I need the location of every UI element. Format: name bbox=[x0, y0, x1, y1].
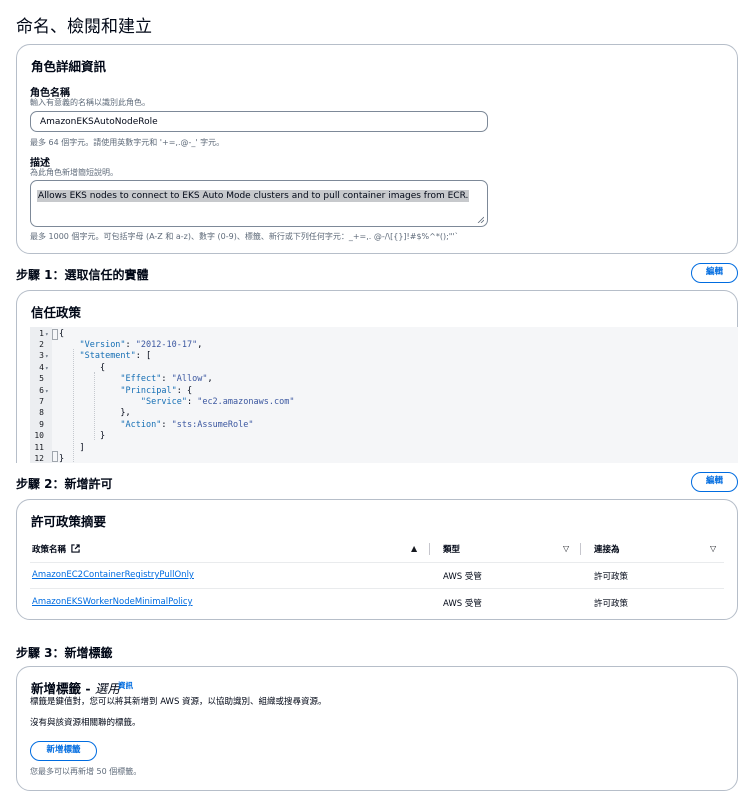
tag-limit-hint: 您最多可以再新增 50 個標籤。 bbox=[30, 767, 142, 776]
code-line[interactable]: { bbox=[59, 329, 64, 339]
sort-toggle-icon[interactable]: ▽ bbox=[710, 544, 716, 553]
resize-handle-icon[interactable] bbox=[477, 216, 484, 223]
line-number: 1 bbox=[39, 328, 44, 338]
line-number: 6 bbox=[39, 385, 44, 395]
line-number: 8 bbox=[39, 408, 44, 418]
line-number: 4 bbox=[39, 362, 44, 372]
line-number: 11 bbox=[34, 442, 44, 452]
role-name-hint: 最多 64 個字元。請使用英數字元和 '+=,.@-_' 字元。 bbox=[30, 138, 225, 147]
policy-attached-as: 許可政策 bbox=[594, 572, 629, 582]
sort-toggle-icon[interactable]: ▽ bbox=[563, 544, 569, 553]
code-line[interactable]: "Action": "sts:AssumeRole" bbox=[59, 420, 253, 430]
policy-type: AWS 受管 bbox=[443, 599, 482, 609]
description-hint: 最多 1000 個字元。可包括字母 (A-Z 和 a-z)、數字 (0-9)、標… bbox=[30, 232, 459, 241]
bracket-match-highlight bbox=[52, 451, 58, 462]
line-number: 9 bbox=[39, 419, 44, 429]
trust-policy-title: 信任政策 bbox=[31, 305, 82, 320]
step1-edit-button[interactable]: 編輯 bbox=[691, 263, 738, 283]
row-divider bbox=[30, 588, 724, 589]
policy-type: AWS 受管 bbox=[443, 572, 482, 582]
description-description: 為此角色新增簡短說明。 bbox=[30, 168, 118, 177]
indent-guide bbox=[94, 372, 95, 440]
trust-policy-code: 1 ▾{2 "Version": "2012-10-17", 3 ▾ "Stateme… bbox=[30, 327, 738, 464]
code-line[interactable]: "Principal": { bbox=[59, 386, 192, 396]
indent-guide bbox=[73, 349, 74, 462]
code-line[interactable]: "Version": "2012-10-17", bbox=[59, 340, 202, 350]
description-value: Allows EKS nodes to connect to EKS Auto … bbox=[37, 190, 470, 202]
role-name-description: 輸入有意義的名稱以識別此角色。 bbox=[30, 98, 150, 107]
policy-attached-as: 許可政策 bbox=[594, 599, 629, 609]
fold-arrow-icon[interactable]: ▾ bbox=[45, 365, 49, 372]
fold-arrow-icon[interactable]: ▾ bbox=[45, 353, 49, 360]
code-line[interactable]: { bbox=[59, 363, 105, 373]
step1-title: 步驟 1：選取信任的實體 bbox=[16, 268, 149, 282]
line-number: 2 bbox=[39, 339, 44, 349]
sort-asc-icon[interactable]: ▲ bbox=[411, 544, 417, 553]
fold-arrow-icon[interactable]: ▾ bbox=[45, 331, 49, 338]
policy-link[interactable]: AmazonEKSWorkerNodeMinimalPolicy bbox=[32, 597, 193, 607]
column-divider[interactable] bbox=[429, 543, 430, 555]
code-line[interactable]: } bbox=[59, 454, 64, 464]
header-divider bbox=[30, 562, 724, 563]
line-number: 12 bbox=[34, 453, 44, 463]
line-number: 10 bbox=[34, 431, 44, 441]
column-policy-name[interactable]: 政策名稱 bbox=[32, 543, 80, 555]
step3-title: 步驟 3：新增標籤 bbox=[16, 646, 113, 660]
role-details-title: 角色詳細資訊 bbox=[31, 59, 107, 74]
role-name-input[interactable]: AmazonEKSAutoNodeRole bbox=[30, 111, 488, 132]
code-line[interactable]: "Effect": "Allow", bbox=[59, 374, 212, 384]
step2-title: 步驟 2：新增許可 bbox=[16, 477, 113, 491]
fold-arrow-icon[interactable]: ▾ bbox=[45, 388, 49, 395]
description-textarea[interactable]: Allows EKS nodes to connect to EKS Auto … bbox=[30, 180, 488, 227]
line-number: 7 bbox=[39, 396, 44, 406]
column-type[interactable]: 類型 bbox=[443, 543, 460, 555]
policy-link[interactable]: AmazonEC2ContainerRegistryPullOnly bbox=[32, 570, 194, 580]
external-link-icon bbox=[71, 544, 80, 553]
tags-title-optional: 選用 bbox=[94, 681, 120, 696]
bracket-match-highlight bbox=[52, 329, 58, 340]
column-divider[interactable] bbox=[580, 543, 581, 555]
step2-edit-button[interactable]: 編輯 bbox=[691, 472, 738, 492]
code-line[interactable]: ] bbox=[59, 443, 84, 453]
permissions-summary-title: 許可政策摘要 bbox=[31, 514, 107, 529]
column-policy-name-label: 政策名稱 bbox=[32, 545, 67, 555]
tags-description: 標籤是鍵值對，您可以將其新增到 AWS 資源，以協助識別、組織或搜尋資源。 bbox=[30, 697, 327, 707]
column-attached-as[interactable]: 連接為 bbox=[594, 543, 620, 555]
page-title: 命名、檢閱和建立 bbox=[16, 17, 152, 37]
tags-title-prefix: 新增標籤 - bbox=[31, 681, 95, 696]
code-line[interactable]: } bbox=[59, 431, 105, 441]
line-number: 3 bbox=[39, 351, 44, 361]
add-tag-button[interactable]: 新增標籤 bbox=[30, 741, 97, 761]
line-number: 5 bbox=[39, 374, 44, 384]
info-link[interactable]: 資訊 bbox=[118, 680, 133, 691]
no-tags-text: 沒有與該資源相關聯的標籤。 bbox=[30, 718, 141, 728]
